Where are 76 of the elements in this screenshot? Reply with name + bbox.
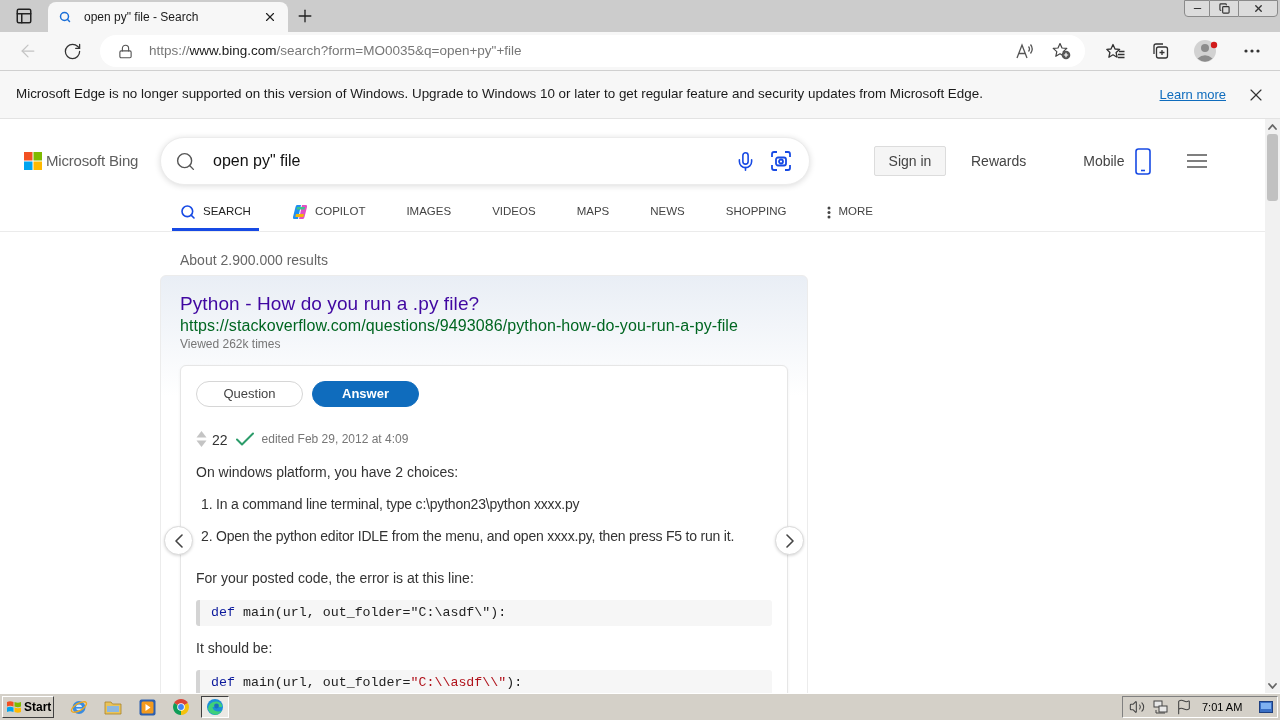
scroll-up-icon [1268, 123, 1277, 130]
nav-tab[interactable]: SEARCH [172, 196, 259, 231]
vote-count: 22 [212, 431, 228, 450]
menu-icon [1186, 154, 1207, 168]
search-icon [180, 204, 196, 220]
copilot-icon [291, 204, 308, 220]
lock-icon [118, 43, 133, 59]
scrollbar-thumb[interactable] [1267, 134, 1278, 201]
list-number: 2. [201, 526, 214, 546]
list-item-text: Open the python editor IDLE from the menu, and open xxxx.py, then press F5 to run it. [216, 526, 735, 546]
edited-date: edited Feb 29, 2012 at 4:09 [261, 431, 409, 448]
result-title-link[interactable]: Python - How do you run a .py file? [180, 292, 480, 316]
answer-paragraph: On windows platform, you have 2 choices: [196, 463, 459, 482]
sign-in-button[interactable]: Sign in [874, 146, 946, 176]
nav-tab[interactable]: MORE [819, 196, 881, 231]
play-icon [138, 698, 156, 716]
toggle-button[interactable]: Answer [312, 381, 419, 407]
network-icon[interactable] [1153, 699, 1169, 715]
view-count: Viewed 262k times [180, 336, 281, 352]
refresh-icon [62, 41, 82, 61]
favorites-icon [1105, 42, 1125, 60]
speaker-icon[interactable] [1129, 699, 1145, 715]
segmented-circle-icon [172, 698, 190, 716]
folder-icon [104, 699, 122, 715]
nav-tab[interactable]: MAPS [568, 196, 618, 231]
flag-icon[interactable] [1176, 699, 1192, 715]
desktop-icon[interactable] [1259, 701, 1273, 713]
search-field[interactable]: open py" file [160, 137, 810, 185]
rewards-link[interactable]: Rewards [971, 150, 1027, 172]
answer-paragraph: For your posted code, the error is at this line: [196, 569, 474, 588]
search-icon [175, 150, 196, 172]
ring-globe-icon [70, 698, 88, 716]
close-icon [1252, 3, 1264, 14]
search-icon [59, 11, 71, 23]
start-button[interactable]: Start [2, 696, 54, 718]
result-url: https://stackoverflow.com/questions/9493086/python-how-do-you-run-a-py-file [180, 316, 738, 336]
answer-paragraph: It should be: [196, 639, 273, 658]
browser-tab[interactable]: open py" file - Search [48, 2, 288, 32]
close-window-button[interactable] [1238, 0, 1278, 17]
taskbar-app-button[interactable] [201, 696, 229, 718]
flag-logo-icon [6, 700, 22, 714]
scroll-down-icon [1268, 682, 1277, 689]
collections-icon [1151, 42, 1169, 60]
nav-tab[interactable]: COPILOT [283, 196, 374, 231]
swirl-icon [206, 698, 224, 716]
visual-search-button[interactable] [769, 149, 793, 173]
nav-tab[interactable]: IMAGES [398, 196, 460, 231]
logo-text: Microsoft Bing [46, 150, 139, 171]
nav-tab[interactable]: SHOPPING [717, 196, 795, 231]
learn-more-link[interactable]: Learn more [1159, 84, 1226, 105]
results-count: About 2.900.000 results [180, 251, 328, 270]
vote-arrows-icon [196, 430, 207, 448]
more-icon [827, 205, 832, 219]
visual-search-icon [771, 151, 791, 171]
restore-icon [1218, 3, 1230, 14]
list-number: 1. [201, 494, 214, 514]
more-icon [1244, 49, 1260, 53]
tab-actions-icon [15, 7, 33, 25]
nav-tab[interactable]: VIDEOS [484, 196, 544, 231]
read-aloud-icon [1016, 43, 1034, 59]
mobile-link[interactable]: Mobile [1083, 150, 1125, 172]
chevron-right-icon [785, 533, 794, 548]
restore-button[interactable] [1210, 0, 1238, 17]
list-item-text: In a command line terminal, type c:\python23\python xxxx.py [216, 494, 580, 514]
close-icon [263, 10, 277, 24]
four-squares-logo-icon [24, 152, 42, 170]
clock-text: 7:01 AM [1202, 699, 1243, 715]
nav-tab[interactable]: NEWS [642, 196, 693, 231]
add-favorite-icon [1051, 42, 1071, 60]
scrollbar[interactable] [1265, 119, 1280, 693]
chevron-left-icon [174, 533, 183, 548]
notice-text: Microsoft Edge is no longer supported on this version of Windows. Upgrade to Windows 10 or later to get regular feature and security updates from Microsoft Edge. [16, 85, 983, 104]
avatar-icon [1194, 39, 1220, 63]
toggle-button[interactable]: Question [196, 381, 303, 407]
address-field[interactable]: https://www.bing.com/search?form=MO0035&q=open+py"+file [100, 35, 1085, 67]
phone-icon [1134, 147, 1151, 175]
